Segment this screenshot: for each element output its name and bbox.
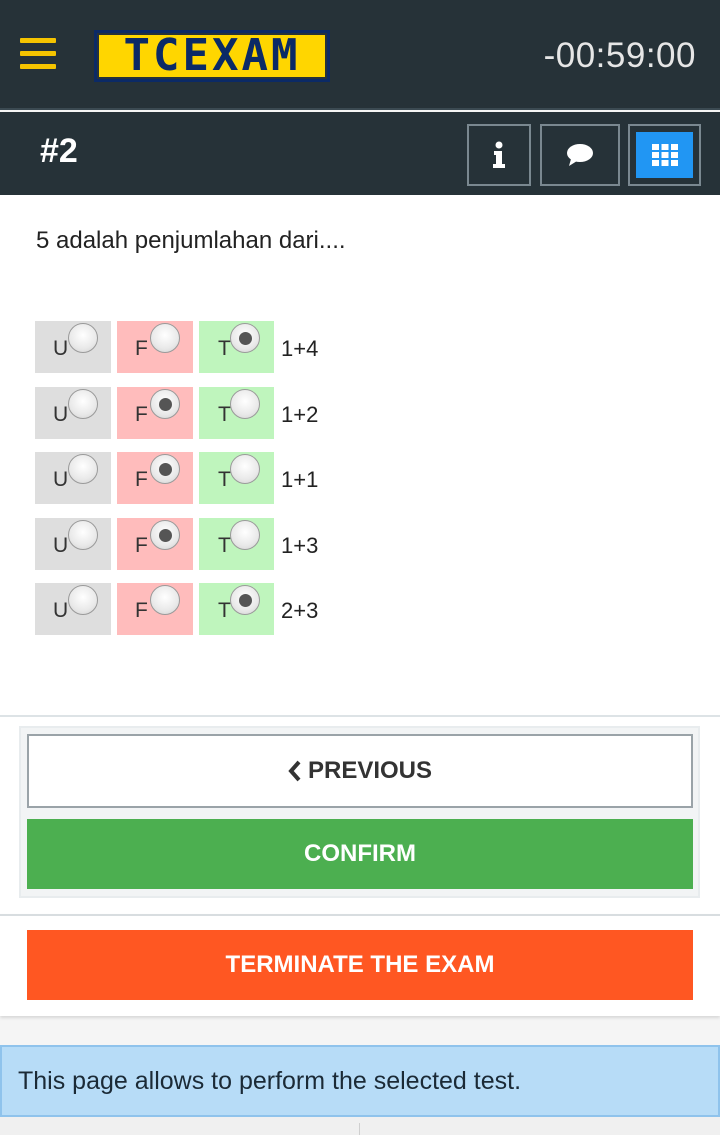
answer-text: 1+2	[281, 401, 319, 427]
info-message: This page allows to perform the selected…	[18, 1067, 522, 1095]
question-bar: #2	[0, 112, 720, 195]
answer-option-f[interactable]: F	[117, 321, 193, 373]
terminate-area: TERMINATE THE EXAM	[0, 914, 720, 1016]
answer-text: 2+3	[281, 598, 319, 623]
radio-button[interactable]	[230, 585, 260, 615]
option-label: F	[135, 402, 148, 426]
answer-option-u[interactable]: U	[35, 517, 111, 570]
option-label: F	[135, 533, 148, 557]
answer-text: 1+1	[281, 467, 319, 492]
exam-timer: -00:59:00	[543, 36, 696, 75]
confirm-label: CONFIRM	[304, 840, 416, 867]
answer-option-f[interactable]: F	[117, 452, 193, 504]
answer-option-u[interactable]: U	[35, 583, 111, 635]
option-label: U	[53, 402, 69, 426]
radio-button[interactable]	[150, 454, 180, 484]
page-footer	[0, 1117, 720, 1135]
radio-button[interactable]	[68, 519, 98, 550]
radio-button[interactable]	[68, 388, 98, 419]
question-content: 5 adalah penjumlahan dari.... U F T 1+4 U F T 1…	[0, 195, 720, 715]
chevron-left-icon	[288, 760, 301, 782]
logo-text: TCEXAM	[123, 30, 301, 81]
option-label: U	[53, 337, 69, 360]
answer-option-t[interactable]: T	[199, 321, 274, 373]
answer-option-u[interactable]: U	[35, 452, 111, 504]
radio-button[interactable]	[230, 388, 260, 419]
answer-row: U F T 2+3	[35, 583, 318, 635]
radio-button[interactable]	[68, 585, 98, 615]
option-label: F	[135, 337, 148, 360]
answer-row: U F T 1+3	[35, 517, 319, 570]
option-label: U	[53, 533, 69, 557]
radio-button[interactable]	[230, 519, 260, 550]
menu-icon[interactable]	[20, 38, 58, 74]
option-label: T	[218, 337, 231, 360]
tcexam-logo[interactable]: TCEXAM	[94, 30, 330, 82]
option-label: F	[135, 599, 148, 622]
grid-icon	[651, 144, 678, 166]
comment-icon	[567, 144, 593, 166]
answer-row: U F T 1+1	[35, 452, 318, 504]
terminate-exam-button[interactable]: TERMINATE THE EXAM	[27, 930, 693, 1000]
answer-option-f[interactable]: F	[117, 583, 193, 635]
answer-option-f[interactable]: F	[117, 517, 193, 570]
answer-list: U F T 1+4 U F T 1+2 U F T 1+1 U F T 1+3 U F T 2+3	[35, 321, 318, 649]
navigation-box: PREVIOUS CONFIRM	[19, 726, 700, 898]
option-label: F	[135, 468, 148, 491]
radio-button[interactable]	[68, 454, 98, 484]
answer-row: U F T 1+2	[35, 386, 319, 439]
comment-button[interactable]	[540, 124, 620, 186]
terminate-label: TERMINATE THE EXAM	[225, 951, 495, 978]
info-button[interactable]	[467, 124, 531, 186]
option-label: U	[53, 599, 69, 622]
answer-option-t[interactable]: T	[199, 517, 274, 570]
radio-button[interactable]	[150, 388, 180, 419]
previous-label: PREVIOUS	[307, 757, 433, 784]
radio-button[interactable]	[230, 454, 260, 484]
answer-option-t[interactable]: T	[199, 583, 274, 635]
answer-option-t[interactable]: T	[199, 452, 274, 504]
answer-text: 1+3	[281, 532, 319, 558]
confirm-button[interactable]: CONFIRM	[27, 819, 693, 889]
answer-text: 1+4	[281, 336, 319, 361]
option-label: U	[53, 468, 69, 491]
top-bar: TCEXAM -00:59:00	[0, 0, 720, 110]
question-list-button[interactable]	[628, 124, 701, 186]
info-icon	[493, 141, 505, 168]
answer-option-u[interactable]: U	[35, 321, 111, 373]
radio-button[interactable]	[68, 323, 98, 353]
previous-button[interactable]: PREVIOUS	[27, 734, 693, 808]
radio-button[interactable]	[230, 323, 260, 353]
radio-button[interactable]	[150, 323, 180, 353]
option-label: T	[218, 468, 231, 491]
answer-row: U F T 1+4	[35, 321, 318, 373]
option-label: T	[218, 599, 231, 622]
question-text: 5 adalah penjumlahan dari....	[36, 227, 346, 254]
answer-option-t[interactable]: T	[199, 386, 274, 439]
radio-button[interactable]	[150, 585, 180, 615]
option-label: T	[218, 402, 231, 426]
option-label: T	[218, 533, 231, 557]
question-number: #2	[40, 132, 78, 170]
answer-option-f[interactable]: F	[117, 386, 193, 439]
info-message-bar: This page allows to perform the selected…	[0, 1045, 720, 1117]
radio-button[interactable]	[150, 519, 180, 550]
navigation-area: PREVIOUS CONFIRM	[0, 715, 720, 915]
answer-option-u[interactable]: U	[35, 386, 111, 439]
